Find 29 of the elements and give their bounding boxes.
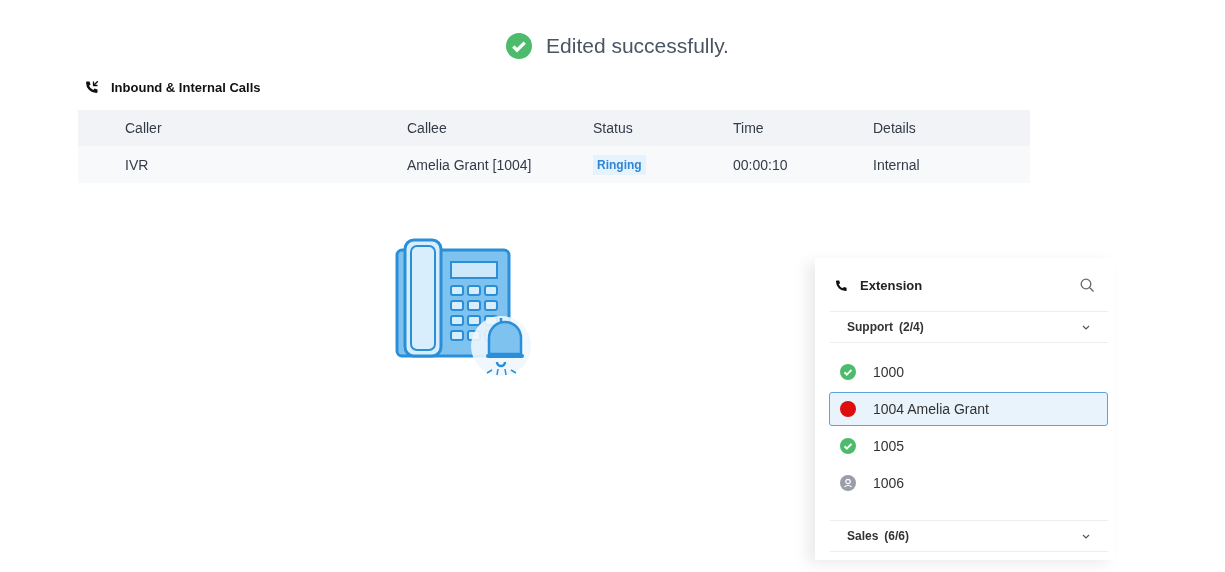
status-badge: Ringing xyxy=(593,154,646,175)
extension-item[interactable]: 1004 Amelia Grant xyxy=(829,392,1108,426)
chevron-icon xyxy=(1082,324,1090,330)
panel-title: Extension xyxy=(860,277,924,293)
table-cell-text: 00:00:10 xyxy=(733,156,789,173)
column-header: Callee xyxy=(407,120,448,136)
busy-dot-icon xyxy=(840,401,856,417)
chevron-icon xyxy=(1082,533,1090,539)
phone-icon xyxy=(835,278,848,292)
toast-message: Edited successfully. xyxy=(546,34,729,58)
table-cell-text: IVR xyxy=(125,156,150,173)
search-icon[interactable] xyxy=(1080,277,1095,293)
section-title: Inbound & Internal Calls xyxy=(111,79,261,95)
phone-icon xyxy=(85,80,99,94)
check-icon xyxy=(840,364,856,380)
extension-item[interactable]: 1006 xyxy=(829,466,1108,500)
column-header: Caller xyxy=(125,120,163,136)
column-header: Status xyxy=(593,120,634,136)
offline-user-icon xyxy=(840,475,856,491)
column-header: Time xyxy=(733,120,765,136)
extension-item[interactable]: 1000 xyxy=(829,355,1108,389)
table-cell-text: Amelia Grant [1004] xyxy=(407,156,533,173)
check-icon xyxy=(840,438,856,454)
group-header[interactable]: Support (2/4) xyxy=(830,311,1108,343)
extension-item[interactable]: 1005 xyxy=(829,429,1108,463)
column-header: Details xyxy=(873,120,917,136)
group-header[interactable]: Sales (6/6) xyxy=(830,520,1108,552)
table-cell-text: Internal xyxy=(873,156,921,173)
success-icon xyxy=(506,33,533,59)
